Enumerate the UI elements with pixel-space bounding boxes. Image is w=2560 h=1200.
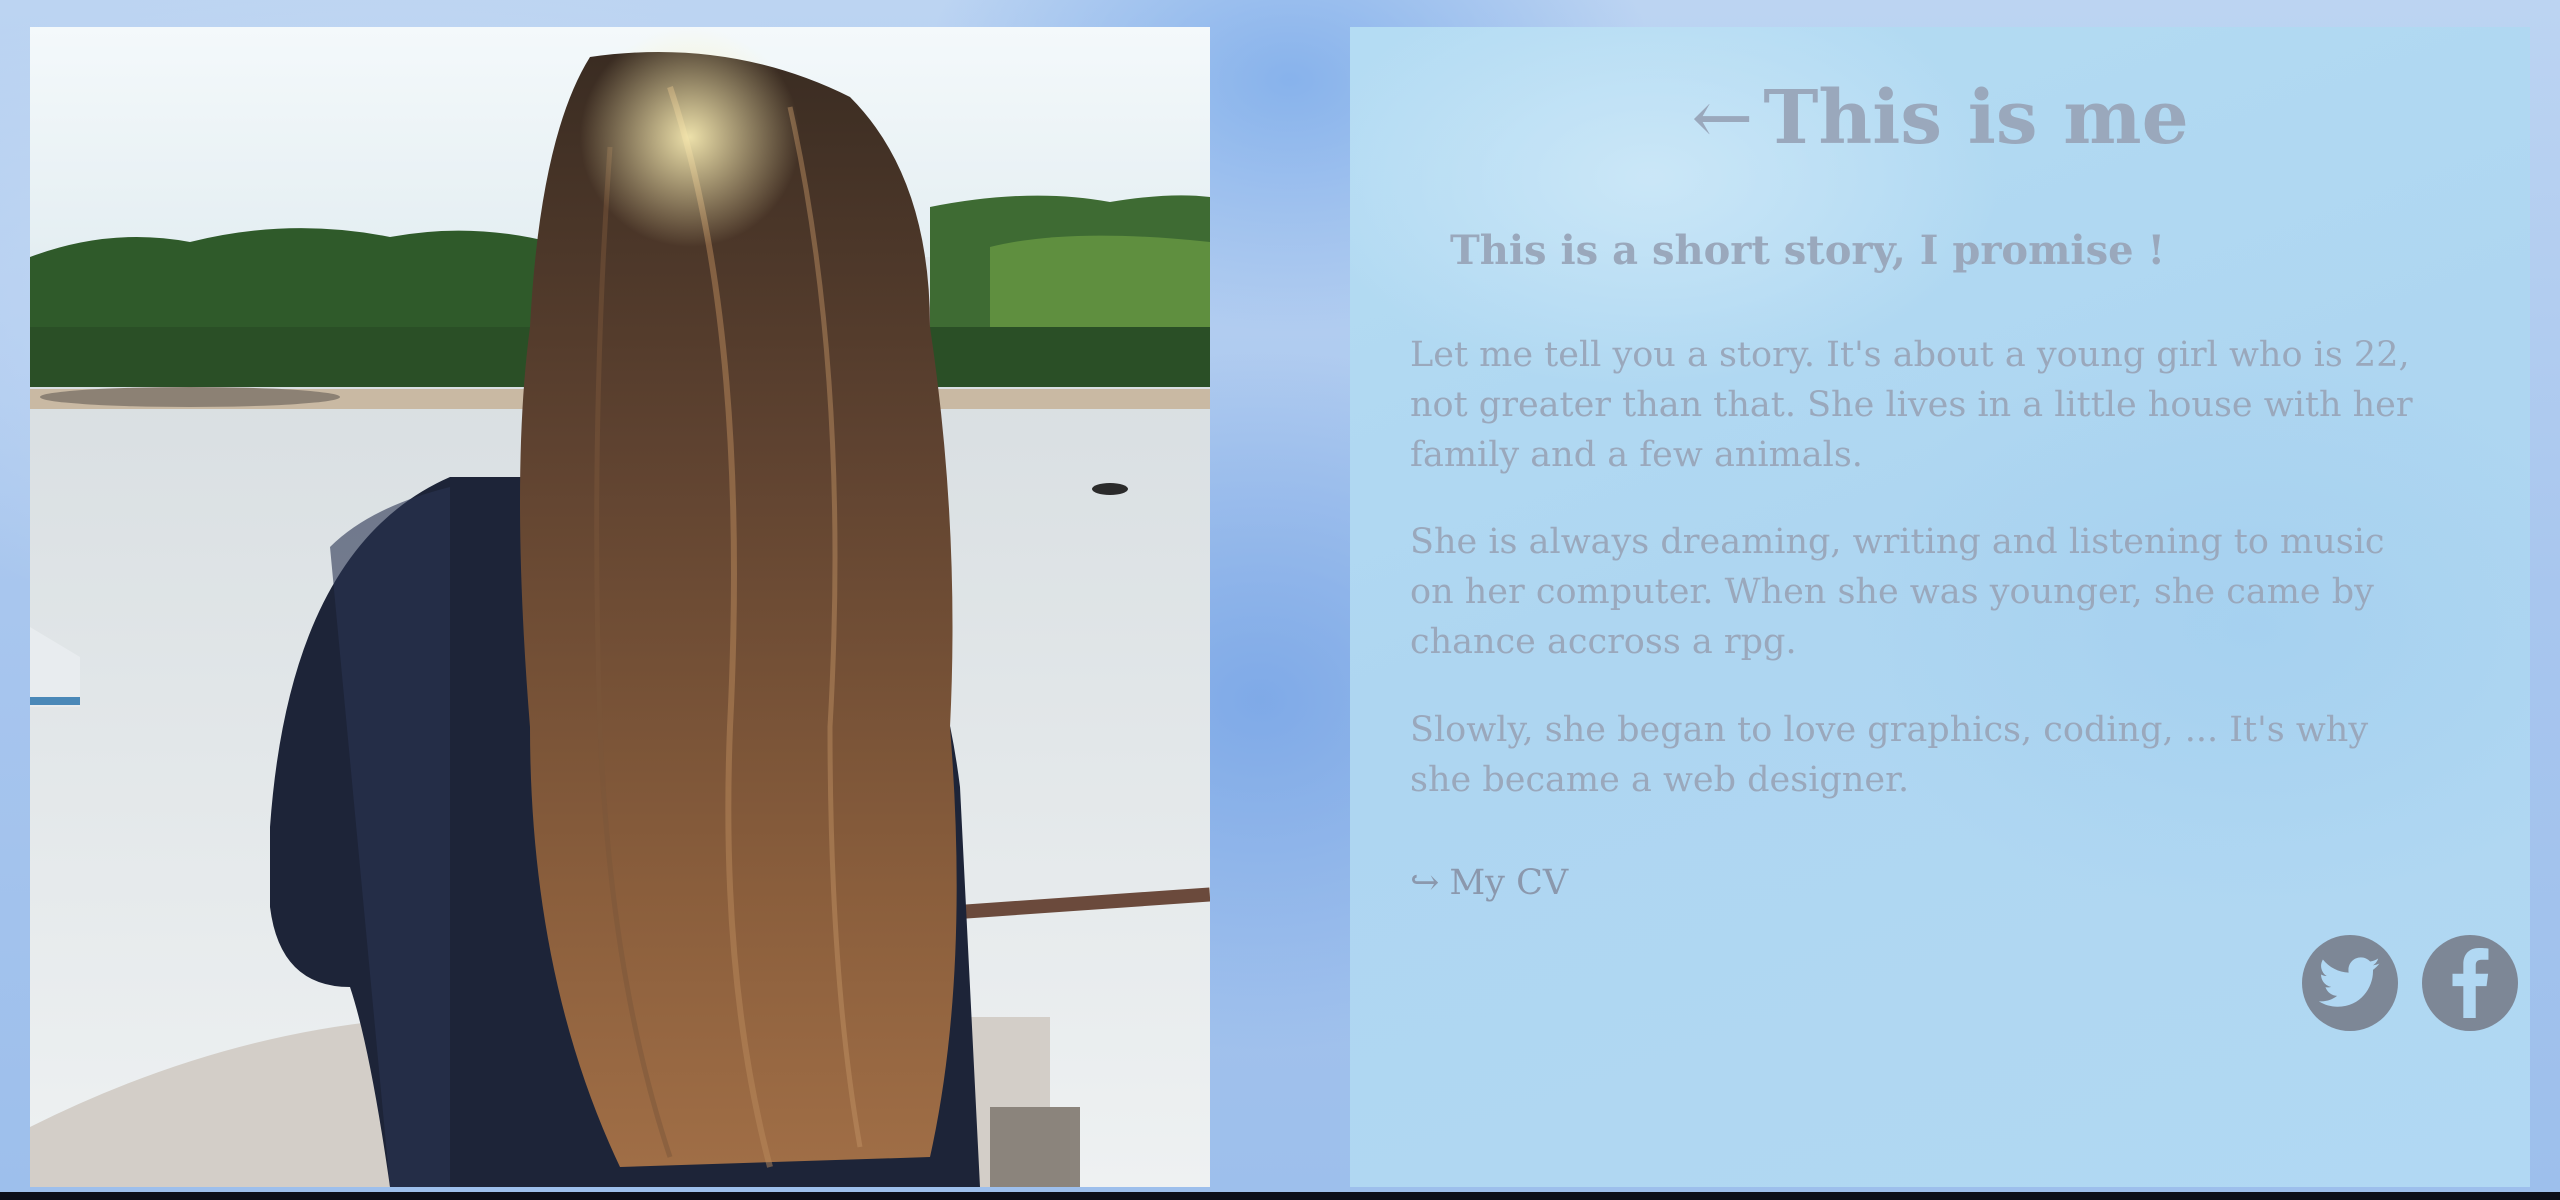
story-paragraph-2: She is always dreaming, writing and list…: [1410, 522, 2385, 662]
story-paragraph-3: Slowly, she began to love graphics, codi…: [1410, 710, 2369, 800]
photo-illustration: [30, 27, 1210, 1187]
facebook-button[interactable]: [2422, 935, 2518, 1031]
twitter-bird-icon: [2319, 957, 2380, 1007]
page-title: ← This is me: [1350, 75, 2530, 161]
story-subtitle: This is a short story, I promise !: [1450, 227, 2166, 274]
about-panel: ← This is me This is a short story, I pro…: [1350, 27, 2530, 1187]
facebook-f-icon: [2452, 948, 2489, 1018]
twitter-button[interactable]: [2302, 935, 2398, 1031]
back-arrow-link[interactable]: ←: [1691, 75, 1753, 161]
bottom-strip: [0, 1192, 2560, 1200]
my-cv-link[interactable]: ↪ My CV: [1410, 863, 1568, 903]
my-cv-label: My CV: [1449, 863, 1569, 903]
profile-photo: [30, 27, 1210, 1187]
page-title-text: This is me: [1763, 75, 2189, 161]
story-paragraph-1: Let me tell you a story. It's about a yo…: [1410, 335, 2413, 475]
redirect-arrow-icon: ↪: [1410, 863, 1440, 903]
